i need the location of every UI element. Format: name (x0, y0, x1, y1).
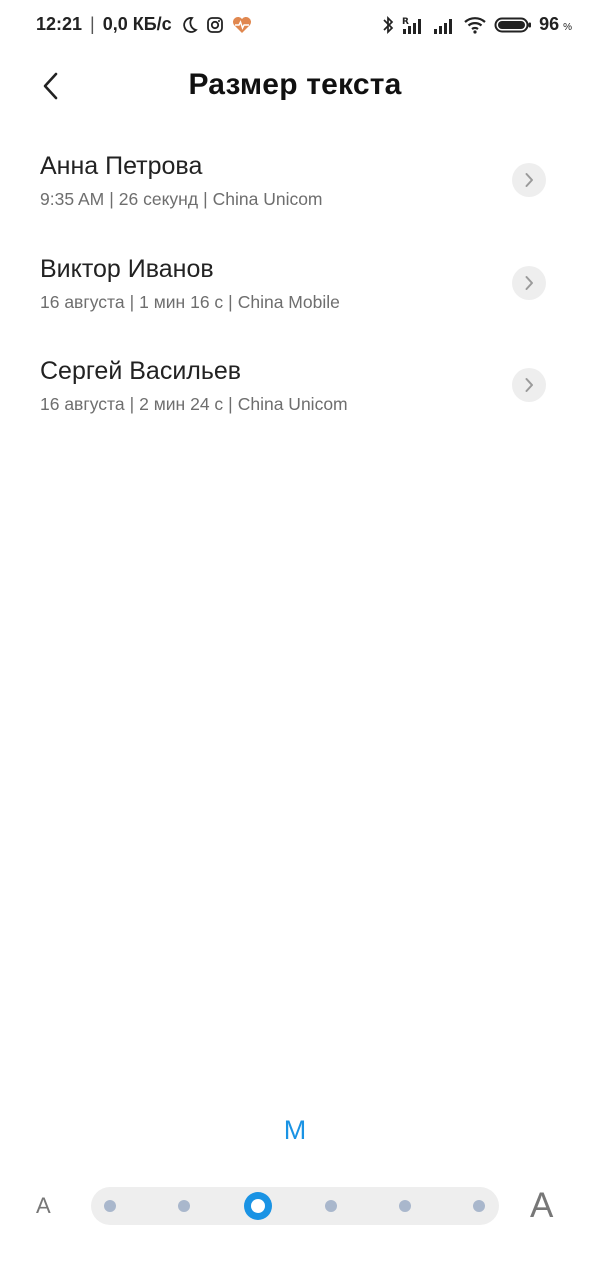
instagram-icon (206, 16, 224, 34)
status-time: 12:21 (36, 14, 83, 34)
bluetooth-icon (382, 15, 394, 35)
svg-text:R: R (402, 17, 409, 27)
current-size-label: M (283, 1115, 307, 1145)
large-text-label: A (530, 1186, 554, 1225)
chevron-right-icon (523, 172, 535, 188)
call-time: 16 августа (40, 291, 125, 312)
call-carrier: China Mobile (237, 291, 340, 312)
contact-name: Виктор Иванов (40, 254, 214, 283)
signal-icon (432, 15, 456, 35)
call-details: 9:35 AM | 26 секунд | China Unicom (40, 189, 323, 210)
call-carrier: China Unicom (212, 189, 323, 209)
signal-roaming-icon: R (401, 15, 425, 35)
call-list-item[interactable]: Виктор Иванов 16 августа | 1 мин 16 с | Chin… (0, 243, 590, 346)
call-time: 9:35 AM (40, 189, 105, 209)
page-title: Размер текста (188, 68, 402, 101)
call-duration: 1 мин 16 с (139, 291, 224, 312)
status-left: 12:21 | 0,0 КБ/с (36, 14, 252, 35)
call-list-item[interactable]: Анна Петрова 9:35 AM | 26 секунд | China Uni… (0, 140, 590, 243)
battery-icon (494, 15, 532, 35)
small-text-label: A (36, 1193, 51, 1218)
meta-separator: | (129, 291, 135, 312)
call-details: 16 августа | 1 мин 16 с | China Mobile (40, 292, 340, 313)
status-right: R 96 % (382, 14, 572, 35)
chevron-right-icon (523, 275, 535, 291)
contact-name: Сергей Васильев (40, 357, 242, 385)
battery-unit: % (563, 22, 572, 33)
moon-icon (180, 16, 198, 34)
meta-separator: | (228, 394, 233, 414)
call-detail-button[interactable] (512, 368, 546, 402)
call-detail-button[interactable] (512, 163, 546, 197)
call-duration: 2 мин 24 с (139, 394, 224, 414)
contact-name: Анна Петрова (40, 152, 203, 180)
call-time: 16 августа (40, 394, 125, 414)
meta-separator: | (228, 291, 233, 312)
status-bar: 12:21 | 0,0 КБ/с R 96 % (0, 0, 590, 52)
meta-separator: | (129, 394, 135, 414)
text-size-slider[interactable] (91, 1187, 499, 1225)
meta-separator: | (203, 189, 208, 209)
slider-thumb[interactable] (243, 1192, 272, 1220)
wifi-icon (463, 15, 487, 35)
slider-stop[interactable] (325, 1200, 338, 1212)
health-icon (232, 16, 252, 34)
slider-stop[interactable] (473, 1200, 485, 1212)
call-preview-list: Анна Петрова 9:35 AM | 26 секунд | China Uni… (0, 140, 590, 448)
network-speed: 0,0 КБ/с (102, 14, 172, 34)
text-size-settings-screen: 12:21 | 0,0 КБ/с R 96 % Размер текста Ан… (0, 0, 590, 1280)
battery-level: 96 (539, 14, 560, 34)
chevron-right-icon (523, 377, 535, 393)
call-detail-button[interactable] (512, 265, 546, 300)
header: Размер текста (0, 58, 590, 116)
call-details: 16 августа | 2 мин 24 с | China Unicom (40, 394, 348, 415)
call-carrier: China Unicom (237, 394, 348, 414)
slider-stop[interactable] (399, 1200, 412, 1212)
slider-stop[interactable] (104, 1200, 116, 1212)
meta-separator: | (109, 189, 114, 209)
slider-stop[interactable] (177, 1200, 190, 1212)
status-separator: | (90, 14, 95, 34)
call-list-item[interactable]: Сергей Васильев 16 августа | 2 мин 24 с | Ch… (0, 345, 590, 448)
call-duration: 26 секунд (118, 189, 199, 209)
